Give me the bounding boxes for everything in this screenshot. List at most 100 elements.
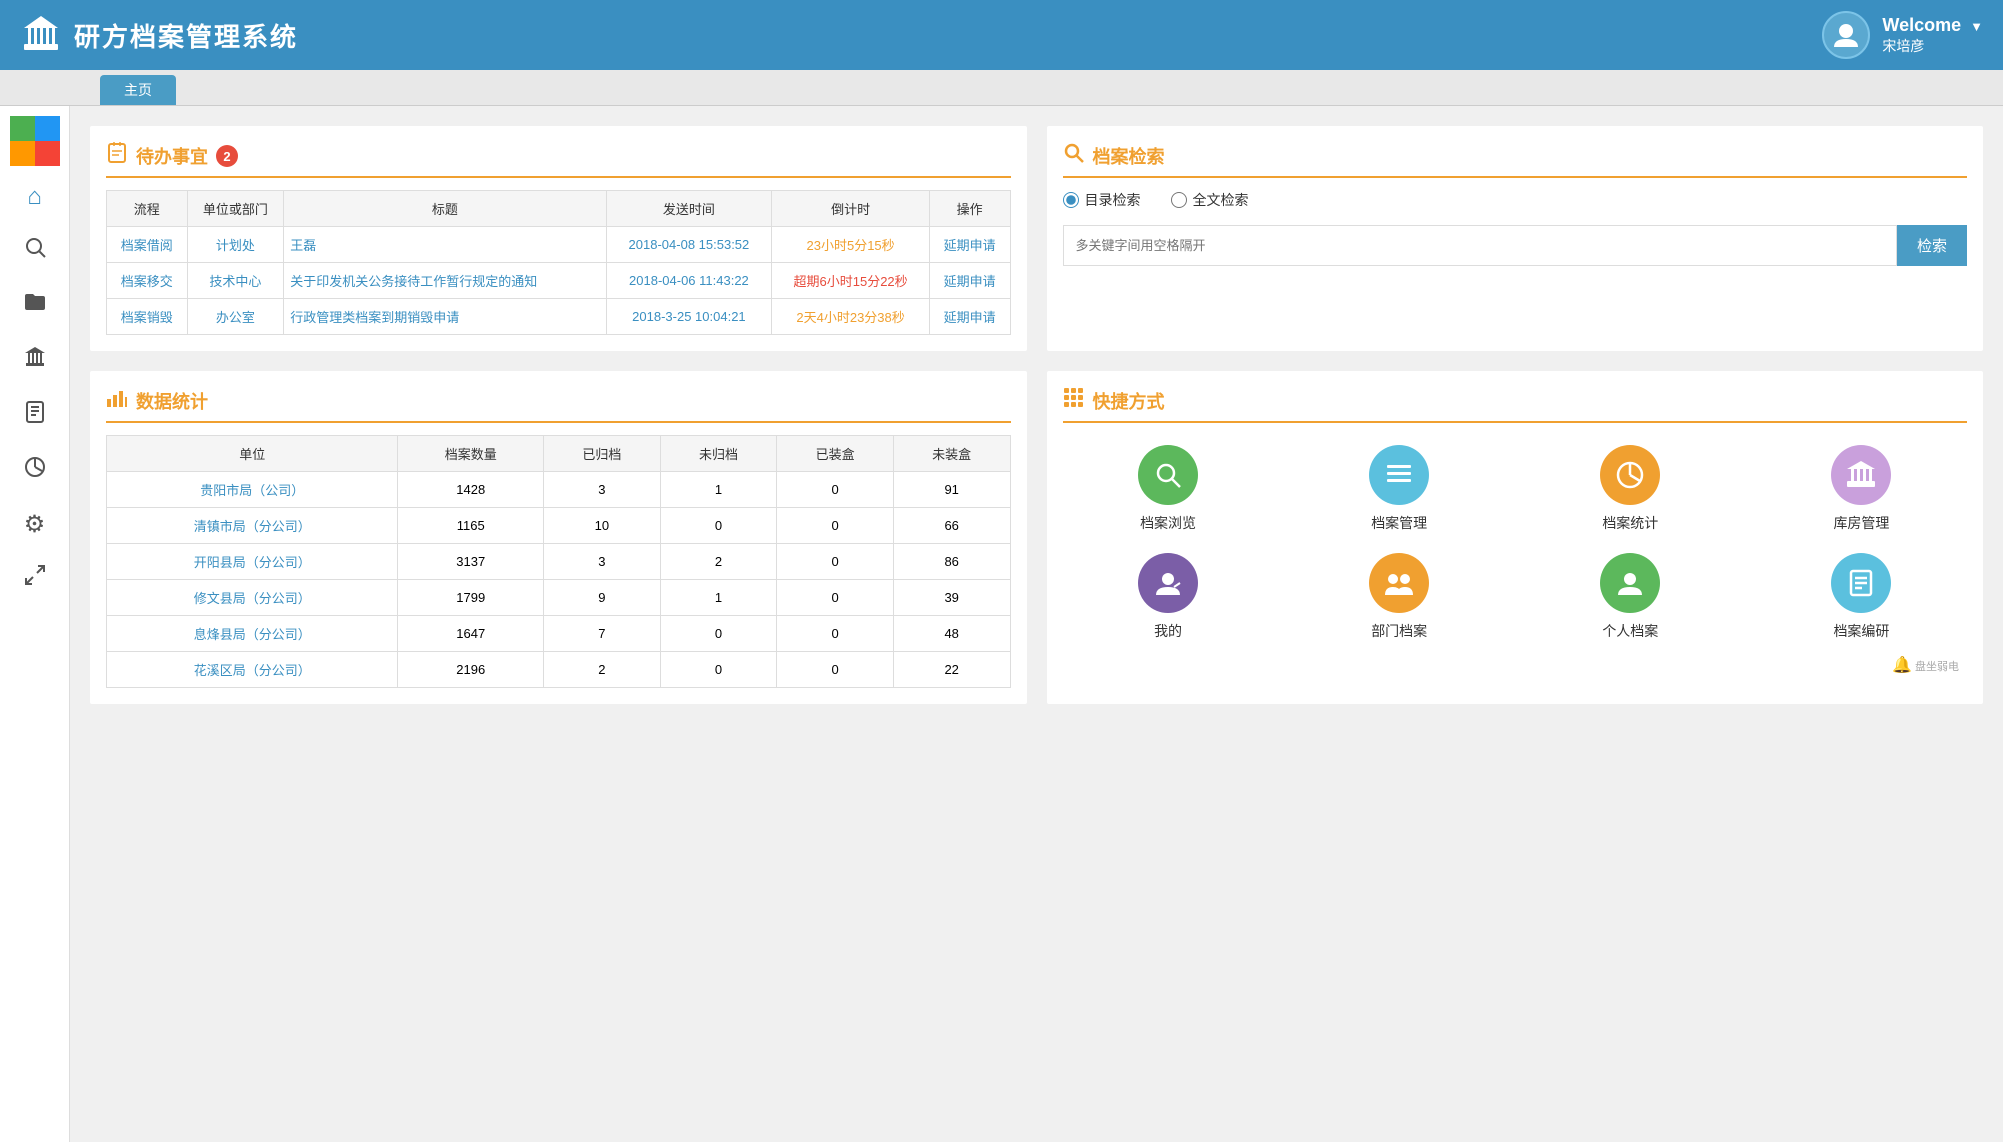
stats-archived: 7: [544, 616, 661, 652]
sidebar-item-stats[interactable]: [0, 443, 69, 498]
pending-process[interactable]: 档案借阅: [107, 227, 188, 263]
header-right: Welcome ▼ 宋培彦: [1822, 11, 1983, 59]
pending-table: 流程 单位或部门 标题 发送时间 倒计时 操作 档案借阅 计划处 王磊 2018…: [106, 190, 1011, 335]
doc-icon: [23, 400, 47, 431]
stats-boxed: 0: [777, 652, 894, 688]
sidebar-item-archive[interactable]: [0, 278, 69, 333]
quick-item-personal[interactable]: 个人档案: [1525, 553, 1736, 641]
quick-panel: 快捷方式 档案浏览 档案管理 档案统计 库房管理 我的 部门档案: [1047, 371, 1984, 704]
search-button[interactable]: 检索: [1897, 225, 1967, 266]
logo-icon: [20, 14, 62, 56]
quick-icon-stats: [1600, 445, 1660, 505]
pending-dept[interactable]: 计划处: [187, 227, 284, 263]
sidebar-item-home[interactable]: ⌂: [0, 171, 69, 223]
stats-unit[interactable]: 息烽县局（分公司）: [107, 616, 398, 652]
stats-archived: 10: [544, 508, 661, 544]
app-header: 研方档案管理系统 Welcome ▼ 宋培彦: [0, 0, 2003, 70]
stats-row: 花溪区局（分公司） 2196 2 0 0 22: [107, 652, 1011, 688]
stats-boxed: 0: [777, 616, 894, 652]
stats-unit[interactable]: 花溪区局（分公司）: [107, 652, 398, 688]
pending-action[interactable]: 延期申请: [929, 227, 1010, 263]
quick-icon-edit: [1831, 553, 1891, 613]
quick-label-mine: 我的: [1154, 621, 1182, 641]
tab-home[interactable]: 主页: [100, 75, 176, 105]
sidebar-item-settings[interactable]: ⚙: [0, 498, 69, 551]
pending-dept[interactable]: 技术中心: [187, 263, 284, 299]
stats-unboxed: 22: [893, 652, 1010, 688]
stats-unit[interactable]: 修文县局（分公司）: [107, 580, 398, 616]
stats-total: 1799: [398, 580, 544, 616]
quick-label-stats: 档案统计: [1602, 513, 1658, 533]
pending-title: 待办事宜: [136, 143, 208, 169]
stats-unarchived: 1: [660, 472, 777, 508]
search-row: 检索: [1063, 225, 1968, 266]
radio-catalog[interactable]: 目录检索: [1063, 190, 1141, 210]
quick-item-stats[interactable]: 档案统计: [1525, 445, 1736, 533]
stats-row: 贵阳市局（公司） 1428 3 1 0 91: [107, 472, 1011, 508]
pending-title[interactable]: 行政管理类档案到期销毁申请: [284, 299, 606, 335]
color-block-blue: [35, 116, 60, 141]
main-layout: ⌂: [0, 106, 2003, 1142]
quick-icon-manage: [1369, 445, 1429, 505]
stats-unboxed: 86: [893, 544, 1010, 580]
stats-unit[interactable]: 清镇市局（分公司）: [107, 508, 398, 544]
pending-row: 档案移交 技术中心 关于印发机关公务接待工作暂行规定的通知 2018-04-06…: [107, 263, 1011, 299]
search-section-icon: [1063, 142, 1085, 170]
pending-title[interactable]: 关于印发机关公务接待工作暂行规定的通知: [284, 263, 606, 299]
stats-unarchived: 2: [660, 544, 777, 580]
app-title: 研方档案管理系统: [74, 17, 298, 54]
quick-icon-mine: [1138, 553, 1198, 613]
tab-bar: 主页: [0, 70, 2003, 106]
stats-unboxed: 48: [893, 616, 1010, 652]
pending-process[interactable]: 档案销毁: [107, 299, 188, 335]
quick-item-edit[interactable]: 档案编研: [1756, 553, 1967, 641]
sidebar-item-search[interactable]: [0, 223, 69, 278]
username-label: 宋培彦: [1882, 36, 1924, 56]
search-panel: 档案检索 目录检索 全文检索 检索: [1047, 126, 1984, 351]
stats-boxed: 0: [777, 508, 894, 544]
pending-action[interactable]: 延期申请: [929, 299, 1010, 335]
quick-label-edit: 档案编研: [1833, 621, 1889, 641]
quick-icon-browse: [1138, 445, 1198, 505]
pending-action[interactable]: 延期申请: [929, 263, 1010, 299]
stats-unboxed: 39: [893, 580, 1010, 616]
pending-countdown: 超期6小时15分22秒: [772, 263, 930, 299]
quick-item-warehouse[interactable]: 库房管理: [1756, 445, 1967, 533]
search-radio-group: 目录检索 全文检索: [1063, 190, 1968, 210]
color-block-orange: [10, 141, 35, 166]
quick-label-personal: 个人档案: [1602, 621, 1658, 641]
quick-item-manage[interactable]: 档案管理: [1294, 445, 1505, 533]
stats-row: 修文县局（分公司） 1799 9 1 0 39: [107, 580, 1011, 616]
stats-unit[interactable]: 贵阳市局（公司）: [107, 472, 398, 508]
quick-item-browse[interactable]: 档案浏览: [1063, 445, 1274, 533]
sidebar-item-institution[interactable]: [0, 333, 69, 388]
stats-unboxed: 91: [893, 472, 1010, 508]
quick-icon-dept_archive: [1369, 553, 1429, 613]
quick-item-mine[interactable]: 我的: [1063, 553, 1274, 641]
quick-label-browse: 档案浏览: [1140, 513, 1196, 533]
stats-col-2: 已归档: [544, 436, 661, 472]
pending-sendtime: 2018-3-25 10:04:21: [606, 299, 772, 335]
pending-countdown: 2天4小时23分38秒: [772, 299, 930, 335]
stats-boxed: 0: [777, 472, 894, 508]
quick-header: 快捷方式: [1063, 387, 1968, 423]
quick-item-dept_archive[interactable]: 部门档案: [1294, 553, 1505, 641]
stats-col-3: 未归档: [660, 436, 777, 472]
stats-unit[interactable]: 开阳县局（分公司）: [107, 544, 398, 580]
radio-fulltext[interactable]: 全文检索: [1171, 190, 1249, 210]
building-icon: [23, 345, 47, 376]
pending-panel: 待办事宜 2 流程 单位或部门 标题 发送时间 倒计时 操作 档案借阅 计划处 …: [90, 126, 1027, 351]
pending-process[interactable]: 档案移交: [107, 263, 188, 299]
stats-title: 数据统计: [136, 388, 208, 414]
pending-title[interactable]: 王磊: [284, 227, 606, 263]
pending-badge: 2: [216, 145, 238, 167]
sidebar-item-fullscreen[interactable]: [0, 551, 69, 606]
search-input[interactable]: [1063, 225, 1897, 266]
stats-row: 息烽县局（分公司） 1647 7 0 0 48: [107, 616, 1011, 652]
quick-label-warehouse: 库房管理: [1833, 513, 1889, 533]
sidebar-item-doc[interactable]: [0, 388, 69, 443]
watermark: 🔔 盘坐弱电: [1063, 651, 1968, 679]
pending-dept[interactable]: 办公室: [187, 299, 284, 335]
user-info: Welcome ▼ 宋培彦: [1882, 15, 1983, 56]
pie-icon: [23, 455, 47, 486]
